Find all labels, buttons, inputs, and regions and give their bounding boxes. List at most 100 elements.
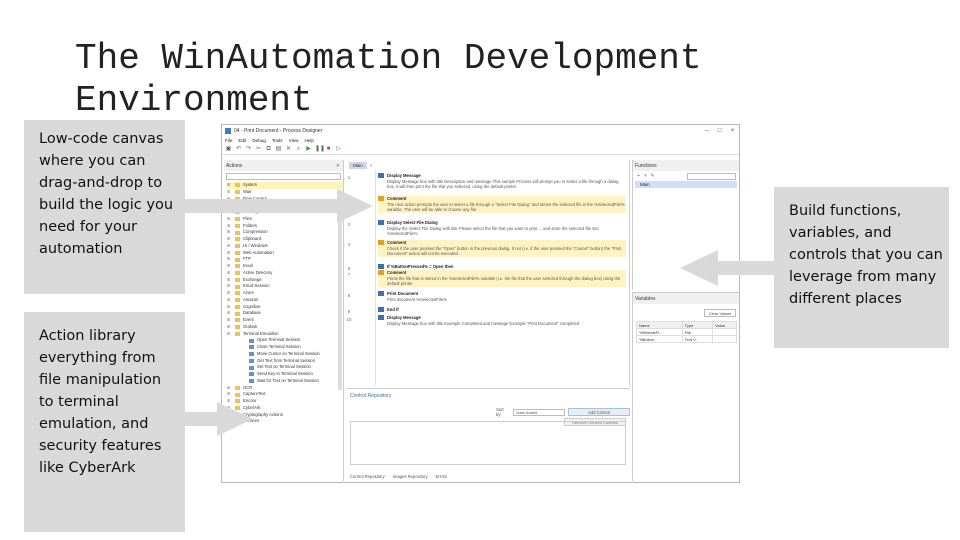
function-item-main[interactable]: Main bbox=[635, 181, 737, 188]
expand-icon[interactable]: ⊞ bbox=[227, 391, 235, 398]
maximize-icon[interactable]: □ bbox=[713, 128, 726, 134]
remove-function-icon[interactable]: × bbox=[643, 173, 648, 179]
expand-icon[interactable]: ⊞ bbox=[227, 297, 235, 304]
tab-images-repository[interactable]: Images Repository bbox=[393, 474, 428, 479]
expand-icon[interactable]: ⊞ bbox=[227, 310, 235, 317]
action-item[interactable]: Open Terminal Session bbox=[227, 337, 343, 344]
expand-icon[interactable]: ⊞ bbox=[227, 385, 235, 392]
action-category[interactable]: ⊞ Terminal Emulation bbox=[227, 331, 343, 338]
action-item[interactable]: Set Text on Terminal Session bbox=[227, 364, 343, 371]
action-category[interactable]: ⊞ Excel bbox=[227, 263, 343, 270]
workflow-step[interactable]: Display Message Display Message box with … bbox=[378, 315, 626, 326]
minimize-icon[interactable]: – bbox=[700, 128, 713, 134]
action-item[interactable]: Close Terminal Session bbox=[227, 344, 343, 351]
action-category[interactable]: ⊞ Email Session bbox=[227, 283, 343, 290]
action-category[interactable]: ⊞ Amazon bbox=[227, 297, 343, 304]
action-item[interactable]: Move Cursor on Terminal Session bbox=[227, 351, 343, 358]
action-category[interactable]: ⊞ Event bbox=[227, 317, 343, 324]
action-category[interactable]: ⊞ CaptureText bbox=[227, 391, 343, 398]
comment-step[interactable]: Comment The next action prompts the user … bbox=[378, 196, 626, 213]
actions-search-input[interactable] bbox=[226, 173, 341, 180]
clear-values-button[interactable]: Clear Values bbox=[704, 309, 736, 317]
run-icon[interactable]: ▶ bbox=[305, 146, 312, 153]
menu-help[interactable]: Help bbox=[304, 138, 313, 143]
expand-icon[interactable]: ⊞ bbox=[227, 236, 235, 243]
table-row[interactable]: %Button... Text V... bbox=[636, 335, 737, 343]
expand-icon[interactable]: ⊞ bbox=[227, 250, 235, 257]
menu-file[interactable]: File bbox=[225, 138, 232, 143]
action-category[interactable]: ⊞ UI / Windows bbox=[227, 243, 343, 250]
action-item[interactable]: Get Text from Terminal Session bbox=[227, 358, 343, 365]
column-type[interactable]: Type bbox=[681, 321, 714, 329]
save-icon[interactable]: ▣ bbox=[225, 146, 232, 153]
pause-icon[interactable]: ❚❚ bbox=[315, 146, 325, 153]
action-category[interactable]: ⊞ Azure bbox=[227, 290, 343, 297]
expand-icon[interactable]: ⊞ bbox=[227, 263, 235, 270]
expand-icon[interactable]: ⊞ bbox=[227, 277, 235, 284]
comment-step[interactable]: Comment Prints the file that is stored in… bbox=[378, 270, 626, 287]
paste-icon[interactable]: ▤ bbox=[275, 146, 282, 153]
control-list-area[interactable] bbox=[350, 421, 626, 465]
menu-debug[interactable]: Debug bbox=[252, 138, 266, 143]
expand-icon[interactable]: ⊞ bbox=[227, 283, 235, 290]
delete-icon[interactable]: ✕ bbox=[285, 146, 292, 153]
workflow-step[interactable]: Display Select File Dialog Display the Se… bbox=[378, 220, 626, 237]
menu-edit[interactable]: Edit bbox=[238, 138, 246, 143]
menu-view[interactable]: View bbox=[289, 138, 299, 143]
expand-icon[interactable]: ⊞ bbox=[227, 324, 235, 331]
expand-icon[interactable]: ⊞ bbox=[227, 243, 235, 250]
comment-step[interactable]: Comment Check if the user pressed the "Op… bbox=[378, 240, 626, 257]
find-icon[interactable]: ⌕ bbox=[295, 146, 302, 153]
column-value[interactable]: Value bbox=[712, 321, 737, 329]
table-row[interactable]: %SelecteFi... File bbox=[636, 328, 737, 336]
step-icon[interactable]: ▷ bbox=[335, 146, 342, 153]
workflow-step[interactable]: Print Document Print document %SelectedFi… bbox=[378, 291, 626, 302]
expand-icon[interactable]: ⊞ bbox=[227, 223, 235, 230]
action-category[interactable]: ⊞ System bbox=[227, 182, 343, 189]
cut-icon[interactable]: ✂ bbox=[255, 146, 262, 153]
action-category[interactable]: ⊞ Active Directory bbox=[227, 270, 343, 277]
action-item[interactable]: Send Key to Terminal Session bbox=[227, 371, 343, 378]
action-category[interactable]: ⊞ FTP bbox=[227, 256, 343, 263]
expand-icon[interactable]: ⊞ bbox=[227, 304, 235, 311]
action-category[interactable]: ⊞ Compression bbox=[227, 229, 343, 236]
expand-icon[interactable]: ⊞ bbox=[227, 317, 235, 324]
tab-close-icon[interactable]: × bbox=[370, 163, 373, 168]
expand-icon[interactable]: ⊞ bbox=[227, 256, 235, 263]
action-category[interactable]: ⊞ Cognitive bbox=[227, 304, 343, 311]
expand-icon[interactable]: ⊞ bbox=[227, 270, 235, 277]
expand-icon[interactable]: ⊞ bbox=[227, 229, 235, 236]
action-category[interactable]: ⊞ Exchange bbox=[227, 277, 343, 284]
redo-icon[interactable]: ↷ bbox=[245, 146, 252, 153]
undo-icon[interactable]: ↶ bbox=[235, 146, 242, 153]
action-category[interactable]: ⊞ Web Automation bbox=[227, 250, 343, 257]
action-category[interactable]: ⊞ Database bbox=[227, 310, 343, 317]
expand-icon[interactable]: ⊞ bbox=[227, 331, 235, 338]
workflow-step[interactable]: If %ButtonPressed% = Open then bbox=[378, 264, 626, 270]
expand-icon[interactable]: ⊞ bbox=[227, 182, 235, 189]
action-item[interactable]: Wait for Text on Terminal Session bbox=[227, 378, 343, 385]
sort-select[interactable]: Date Added bbox=[513, 408, 566, 416]
workflow-canvas[interactable]: 1 Display Message Display Message box with… bbox=[346, 170, 630, 386]
menu-tools[interactable]: Tools bbox=[272, 138, 283, 143]
column-name[interactable]: Name bbox=[636, 321, 683, 329]
stop-icon[interactable]: ■ bbox=[325, 146, 332, 153]
close-icon[interactable]: × bbox=[726, 128, 739, 134]
workflow-step[interactable]: Display Message Display Message box with … bbox=[378, 173, 626, 190]
copy-icon[interactable]: ⧉ bbox=[265, 146, 272, 153]
action-category[interactable]: ⊞ Outlook bbox=[227, 324, 343, 331]
functions-search-input[interactable] bbox=[687, 172, 736, 180]
action-category[interactable]: ⊞ Folders bbox=[227, 223, 343, 230]
tab-control-repository[interactable]: Control Repository bbox=[350, 474, 385, 479]
expand-icon[interactable]: ⊞ bbox=[227, 290, 235, 297]
workflow-step[interactable]: End If bbox=[378, 307, 626, 313]
action-category[interactable]: ⊞ OCR bbox=[227, 385, 343, 392]
pin-icon[interactable]: ✕ bbox=[336, 163, 343, 169]
action-category[interactable]: ⊞ Clipboard bbox=[227, 236, 343, 243]
tab-main[interactable]: Main bbox=[349, 161, 367, 169]
edit-function-icon[interactable]: ✎ bbox=[650, 173, 655, 179]
add-control-button[interactable]: Add Control bbox=[568, 408, 630, 416]
add-function-icon[interactable]: + bbox=[636, 173, 641, 179]
action-label: Event bbox=[243, 317, 254, 322]
tab-errors[interactable]: Errors bbox=[436, 474, 447, 479]
